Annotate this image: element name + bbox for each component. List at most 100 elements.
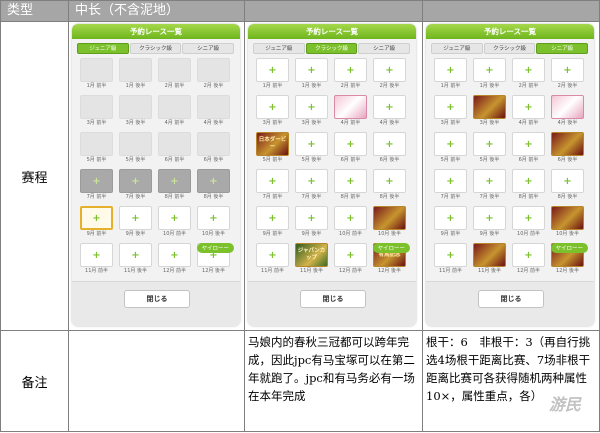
add-race-button[interactable]: +: [80, 206, 113, 230]
add-race-button[interactable]: [197, 58, 230, 82]
race-slot[interactable]: 1月 前半: [80, 58, 113, 92]
race-slot[interactable]: +2月 後半: [373, 58, 406, 92]
race-slot[interactable]: 3月 後半: [473, 95, 506, 129]
add-race-button[interactable]: +: [295, 169, 328, 193]
race-slot[interactable]: +1月 後半: [473, 58, 506, 92]
race-banner[interactable]: [334, 95, 367, 119]
add-race-button[interactable]: +: [373, 58, 406, 82]
add-race-button[interactable]: [158, 132, 191, 156]
race-slot[interactable]: 1月 後半: [119, 58, 152, 92]
race-slot[interactable]: +1月 前半: [256, 58, 289, 92]
add-race-button[interactable]: +: [434, 243, 467, 267]
add-race-button[interactable]: +: [551, 169, 584, 193]
race-slot[interactable]: +1月 後半: [295, 58, 328, 92]
race-slot[interactable]: 2月 後半: [197, 58, 230, 92]
race-banner[interactable]: [551, 95, 584, 119]
add-race-button[interactable]: +: [256, 95, 289, 119]
add-race-button[interactable]: +: [119, 206, 152, 230]
race-slot[interactable]: +8月 後半: [197, 169, 230, 203]
race-slot[interactable]: +3月 前半: [256, 95, 289, 129]
race-slot[interactable]: +7月 後半: [295, 169, 328, 203]
race-slot[interactable]: +12月 前半: [158, 243, 191, 277]
add-race-button[interactable]: +: [80, 169, 113, 193]
add-race-button[interactable]: +: [158, 243, 191, 267]
add-race-button[interactable]: [197, 95, 230, 119]
race-slot[interactable]: +2月 前半: [334, 58, 367, 92]
add-race-button[interactable]: +: [295, 95, 328, 119]
add-race-button[interactable]: +: [334, 132, 367, 156]
race-slot[interactable]: 6月 後半: [551, 132, 584, 166]
add-race-button[interactable]: +: [512, 95, 545, 119]
add-race-button[interactable]: [119, 132, 152, 156]
race-slot[interactable]: +12月 前半: [512, 243, 545, 277]
add-race-button[interactable]: +: [434, 58, 467, 82]
close-button[interactable]: 閉じる: [300, 290, 366, 308]
race-banner[interactable]: [473, 95, 506, 119]
race-slot[interactable]: 4月 後半: [551, 95, 584, 129]
add-race-button[interactable]: +: [434, 132, 467, 156]
race-slot[interactable]: 3月 前半: [80, 95, 113, 129]
race-slot[interactable]: +7月 後半: [473, 169, 506, 203]
add-race-button[interactable]: +: [473, 58, 506, 82]
tab-classic[interactable]: クラシック級: [129, 43, 182, 54]
trophy-badge[interactable]: ヤイローー: [372, 243, 410, 253]
race-slot[interactable]: +7月 前半: [434, 169, 467, 203]
race-slot[interactable]: 10月 後半: [551, 206, 584, 240]
add-race-button[interactable]: +: [473, 132, 506, 156]
race-banner[interactable]: [473, 243, 506, 267]
race-slot[interactable]: +12月 前半: [334, 243, 367, 277]
race-slot[interactable]: 3月 後半: [119, 95, 152, 129]
add-race-button[interactable]: [80, 132, 113, 156]
add-race-button[interactable]: [80, 58, 113, 82]
race-slot[interactable]: 5月 前半: [80, 132, 113, 166]
race-slot[interactable]: +9月 後半: [295, 206, 328, 240]
add-race-button[interactable]: +: [119, 243, 152, 267]
add-race-button[interactable]: +: [373, 169, 406, 193]
race-slot[interactable]: +11月 前半: [256, 243, 289, 277]
trophy-badge[interactable]: ヤイローー: [196, 243, 234, 253]
add-race-button[interactable]: +: [295, 58, 328, 82]
race-slot[interactable]: 6月 前半: [158, 132, 191, 166]
race-banner[interactable]: ジャパンカップ: [295, 243, 328, 267]
race-slot[interactable]: 5月 後半: [119, 132, 152, 166]
race-slot[interactable]: 4月 前半: [158, 95, 191, 129]
add-race-button[interactable]: +: [434, 169, 467, 193]
add-race-button[interactable]: +: [119, 169, 152, 193]
add-race-button[interactable]: +: [158, 206, 191, 230]
race-slot[interactable]: +8月 前半: [158, 169, 191, 203]
race-slot[interactable]: +5月 前半: [434, 132, 467, 166]
add-race-button[interactable]: +: [334, 206, 367, 230]
tab-classic[interactable]: クラシック級: [305, 43, 358, 54]
race-banner[interactable]: [551, 132, 584, 156]
tab-senior[interactable]: シニア級: [358, 43, 411, 54]
add-race-button[interactable]: +: [197, 206, 230, 230]
trophy-badge[interactable]: ヤイローー: [550, 243, 588, 253]
race-slot[interactable]: +8月 後半: [373, 169, 406, 203]
race-slot[interactable]: 4月 前半: [334, 95, 367, 129]
add-race-button[interactable]: +: [512, 169, 545, 193]
race-slot[interactable]: +9月 前半: [80, 206, 113, 240]
race-slot[interactable]: +6月 前半: [512, 132, 545, 166]
race-slot[interactable]: +6月 前半: [334, 132, 367, 166]
tab-junior[interactable]: ジュニア級: [431, 43, 483, 54]
add-race-button[interactable]: +: [256, 206, 289, 230]
add-race-button[interactable]: +: [473, 169, 506, 193]
race-banner[interactable]: [373, 206, 406, 230]
race-slot[interactable]: +7月 前半: [256, 169, 289, 203]
race-slot[interactable]: +6月 後半: [373, 132, 406, 166]
race-slot[interactable]: +11月 前半: [80, 243, 113, 277]
race-slot[interactable]: +9月 後半: [473, 206, 506, 240]
add-race-button[interactable]: +: [473, 206, 506, 230]
race-slot[interactable]: 4月 後半: [197, 95, 230, 129]
add-race-button[interactable]: +: [434, 95, 467, 119]
add-race-button[interactable]: +: [512, 58, 545, 82]
add-race-button[interactable]: [119, 58, 152, 82]
add-race-button[interactable]: +: [334, 169, 367, 193]
add-race-button[interactable]: +: [512, 206, 545, 230]
race-slot[interactable]: +5月 後半: [473, 132, 506, 166]
add-race-button[interactable]: +: [295, 132, 328, 156]
race-slot[interactable]: +11月 前半: [434, 243, 467, 277]
race-slot[interactable]: +11月 後半: [119, 243, 152, 277]
race-slot[interactable]: 日本ダービー 5月 前半: [256, 132, 289, 166]
add-race-button[interactable]: [158, 58, 191, 82]
